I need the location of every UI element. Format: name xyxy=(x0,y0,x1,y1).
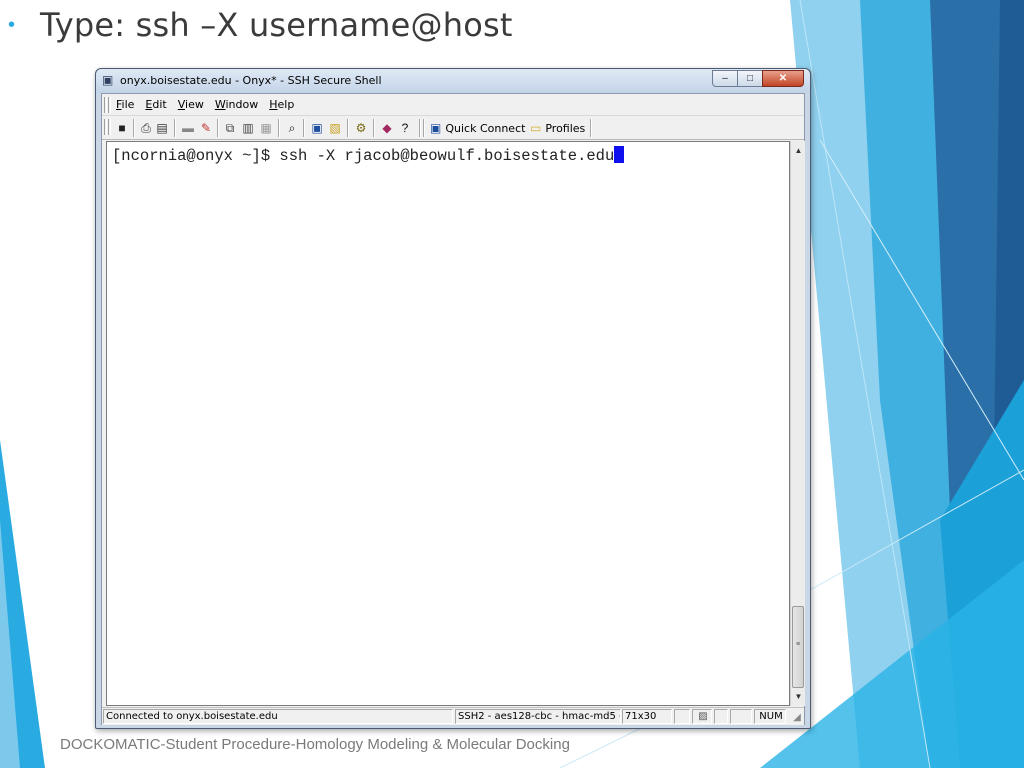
window-controls: – □ ✕ xyxy=(712,70,804,87)
paste-selection-icon[interactable]: ▦ xyxy=(258,120,274,136)
terminal-cursor xyxy=(614,146,625,163)
quick-connect-label: Quick Connect xyxy=(445,121,526,135)
status-bar: Connected to onyx.boisestate.edu SSH2 - … xyxy=(102,707,804,725)
scroll-up-arrow-icon[interactable]: ▲ xyxy=(791,143,806,158)
menu-grip[interactable] xyxy=(108,97,111,113)
menu-file[interactable]: File xyxy=(116,98,134,111)
toolbar-separator xyxy=(133,119,135,137)
toolbar-grip[interactable] xyxy=(108,119,111,135)
print-icon[interactable]: ⎙ xyxy=(138,120,154,136)
menu-bar: File Edit View Window Help xyxy=(102,94,804,116)
status-cipher: SSH2 - aes128-cbc - hmac-md5 - n xyxy=(455,709,621,724)
new-file-transfer-icon[interactable]: ▧ xyxy=(327,120,343,136)
terminal-line: [ncornia@onyx ~]$ ssh -X rjacob@beowulf.… xyxy=(112,146,625,165)
maximize-button[interactable]: □ xyxy=(737,70,763,87)
find-icon[interactable]: ⌕ xyxy=(284,120,300,136)
toolbar-separator xyxy=(278,119,280,137)
menu-edit[interactable]: Edit xyxy=(145,98,166,111)
bullet-heading: • Type: ssh –X username@host xyxy=(8,6,513,44)
status-num: NUM xyxy=(754,709,786,724)
terminal-command: [ncornia@onyx ~]$ ssh -X rjacob@beowulf.… xyxy=(112,147,615,165)
quick-connect-button[interactable]: ▣ Quick Connect xyxy=(430,119,525,137)
scroll-down-arrow-icon[interactable]: ▼ xyxy=(791,689,806,704)
minimize-button[interactable]: – xyxy=(712,70,738,87)
ssh-window: ▣ onyx.boisestate.edu - Onyx* - SSH Secu… xyxy=(95,68,811,729)
menu-view[interactable]: View xyxy=(178,98,204,111)
copy-icon[interactable]: ⧉ xyxy=(222,120,238,136)
folder-icon: ▭ xyxy=(530,121,542,135)
status-connection: Connected to onyx.boisestate.edu xyxy=(103,709,453,724)
whats-this-icon[interactable]: ? xyxy=(397,120,413,136)
new-terminal-icon[interactable]: ▣ xyxy=(309,120,325,136)
paste-icon[interactable]: ▥ xyxy=(240,120,256,136)
help-book-icon[interactable]: ◆ xyxy=(379,120,395,136)
profiles-label: Profiles xyxy=(545,121,586,135)
window-title: onyx.boisestate.edu - Onyx* - SSH Secure… xyxy=(120,74,382,87)
status-blank-2 xyxy=(714,709,728,724)
toolbar-separator xyxy=(419,119,421,137)
terminal-area[interactable]: [ncornia@onyx ~]$ ssh -X rjacob@beowulf.… xyxy=(106,141,790,706)
quick-connect-icon: ▣ xyxy=(430,121,442,135)
disconnect-icon[interactable]: ▬ xyxy=(180,120,196,136)
toolbar-separator xyxy=(347,119,349,137)
title-bar[interactable]: ▣ onyx.boisestate.edu - Onyx* - SSH Secu… xyxy=(96,69,810,93)
key-icon[interactable]: ✎ xyxy=(198,120,214,136)
bullet-text: Type: ssh –X username@host xyxy=(40,6,513,44)
status-size: 71x30 xyxy=(622,709,672,724)
scroll-grip-icon: ≡ xyxy=(796,641,801,648)
bullet-icon: • xyxy=(8,13,16,36)
toolbar: ■ ⎙ ▤ ▬ ✎ ⧉ ▥ ▦ ⌕ ▣ ▧ ⚙ ◆ ? ▣ Quick Conn… xyxy=(102,116,804,140)
toolbar-separator xyxy=(373,119,375,137)
resize-grip-icon[interactable]: ◢ xyxy=(791,712,803,724)
toolbar-grip[interactable] xyxy=(104,119,107,135)
slide-footer: DOCKOMATIC-Student Procedure-Homology Mo… xyxy=(60,736,570,753)
scroll-thumb[interactable]: ≡ xyxy=(792,606,804,688)
toolbar-separator xyxy=(174,119,176,137)
toolbar-separator xyxy=(590,119,592,137)
menu-grip[interactable] xyxy=(104,97,107,113)
toolbar-separator xyxy=(217,119,219,137)
toolbar-separator xyxy=(423,119,425,137)
window-body: File Edit View Window Help ■ ⎙ ▤ ▬ ✎ ⧉ ▥… xyxy=(101,93,805,725)
close-button[interactable]: ✕ xyxy=(762,70,804,87)
status-blank-3 xyxy=(730,709,752,724)
settings-icon[interactable]: ⚙ xyxy=(353,120,369,136)
vertical-scrollbar[interactable]: ▲ ≡ ▼ xyxy=(790,141,805,706)
ssh-terminal-icon: ▣ xyxy=(102,73,114,87)
menu-window[interactable]: Window xyxy=(215,98,258,111)
print-preview-icon[interactable]: ▤ xyxy=(154,120,170,136)
menu-items: File Edit View Window Help xyxy=(116,98,305,111)
profiles-button[interactable]: ▭ Profiles xyxy=(530,119,585,137)
save-icon[interactable]: ■ xyxy=(114,120,130,136)
status-lock-icon: ▨ xyxy=(692,709,712,724)
toolbar-separator xyxy=(303,119,305,137)
status-blank-1 xyxy=(674,709,690,724)
menu-help[interactable]: Help xyxy=(269,98,294,111)
